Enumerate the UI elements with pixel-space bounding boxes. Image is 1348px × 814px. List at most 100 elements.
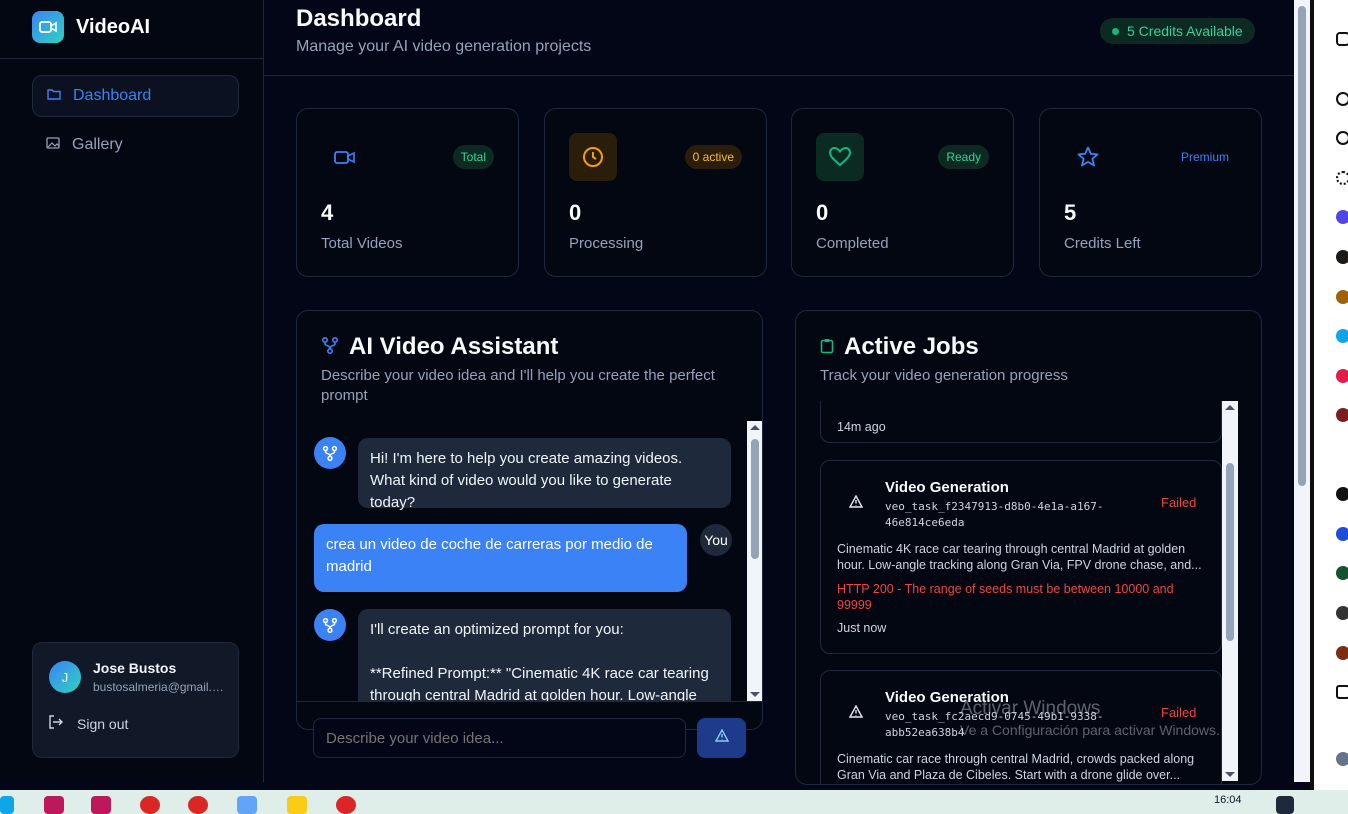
scrollbar-thumb[interactable] xyxy=(1298,6,1306,486)
stat-badge: 0 active xyxy=(684,145,742,169)
chat-message-user: crea un video de coche de carreras por m… xyxy=(314,524,687,592)
taskbar-app-icon[interactable] xyxy=(0,796,14,814)
page-subtitle: Manage your AI video generation projects xyxy=(296,38,592,55)
job-description: Cinematic 4K race car tearing through ce… xyxy=(837,542,1202,572)
job-card[interactable]: 14m ago xyxy=(820,401,1222,443)
jobs-scrollbar[interactable] xyxy=(1222,401,1238,781)
taskbar: 16:04 xyxy=(0,790,1348,814)
chat-message-bot: I'll create an optimized prompt for you:… xyxy=(358,609,731,701)
page-title: Dashboard xyxy=(296,5,422,32)
user-card: J Jose Bustos bustosalmeria@gmail.com Si… xyxy=(32,642,239,758)
sidebar-item-label: Gallery xyxy=(72,136,123,153)
credits-badge: 5 Credits Available xyxy=(1100,18,1255,44)
app-icon[interactable] xyxy=(1336,527,1348,541)
chat-input[interactable] xyxy=(313,718,686,758)
taskbar-app-icon[interactable] xyxy=(44,796,64,814)
chrome-icon[interactable] xyxy=(140,796,160,814)
app-icon[interactable] xyxy=(1336,646,1348,660)
play-icon[interactable] xyxy=(1336,131,1348,145)
circle-icon[interactable] xyxy=(1336,92,1348,106)
app-icon[interactable] xyxy=(1336,290,1348,304)
taskbar-app-icon[interactable] xyxy=(237,796,257,814)
credits-badge-label: 5 Credits Available xyxy=(1127,23,1243,39)
chrome-icon[interactable] xyxy=(188,796,208,814)
chat-message-bot: Hi! I'm here to help you create amazing … xyxy=(358,438,731,511)
stat-label: Credits Left xyxy=(1064,235,1141,252)
stat-card-completed: Ready 0 Completed xyxy=(791,108,1014,277)
brand[interactable]: VideoAI xyxy=(32,11,150,43)
warning-icon xyxy=(848,494,864,513)
job-description: Cinematic car race through central Madri… xyxy=(837,752,1195,782)
page-scrollbar[interactable] xyxy=(1294,0,1310,782)
app-icon[interactable] xyxy=(1336,487,1348,501)
app-icon[interactable] xyxy=(1336,369,1348,383)
chrome-icon[interactable] xyxy=(336,796,356,814)
divider xyxy=(297,701,762,702)
bot-avatar-icon xyxy=(314,437,346,469)
app-icon[interactable] xyxy=(1336,566,1348,580)
clipboard-icon xyxy=(820,333,834,361)
job-error: HTTP 200 - The range of seeds must be be… xyxy=(837,582,1174,612)
video-logo-icon xyxy=(32,11,64,43)
sidebar-item-gallery[interactable]: Gallery xyxy=(32,124,239,166)
panel-title: AI Video Assistant xyxy=(321,333,558,361)
chat-scrollbar[interactable] xyxy=(747,421,762,701)
stat-label: Processing xyxy=(569,235,644,252)
user-avatar: You xyxy=(700,524,732,556)
app-icon[interactable] xyxy=(1336,210,1348,224)
stat-badge: Total xyxy=(452,145,494,169)
clock-icon xyxy=(569,133,617,181)
notifications-icon[interactable] xyxy=(1276,796,1294,814)
system-tray-icons[interactable] xyxy=(1102,796,1162,814)
warning-icon xyxy=(848,704,864,723)
folder-icon xyxy=(47,87,61,105)
sign-out-button[interactable]: Sign out xyxy=(49,715,128,732)
job-time: Just now xyxy=(837,621,887,635)
video-camera-icon xyxy=(321,133,369,181)
sidebar-item-label: Dashboard xyxy=(73,87,152,104)
scroll-up-icon[interactable] xyxy=(1225,405,1235,410)
logout-icon xyxy=(49,715,63,732)
scroll-down-icon[interactable] xyxy=(750,692,760,697)
stat-badge: Ready xyxy=(938,145,989,169)
profile-icon[interactable] xyxy=(1336,752,1348,766)
send-button[interactable] xyxy=(697,718,746,758)
taskbar-app-icon[interactable] xyxy=(91,796,111,814)
branch-icon xyxy=(321,333,339,361)
stat-value: 5 xyxy=(1064,200,1077,225)
sidebar-item-dashboard[interactable]: Dashboard xyxy=(32,75,239,117)
job-title: Video Generation xyxy=(885,479,1009,496)
app-icon[interactable] xyxy=(1336,606,1348,620)
stat-label: Total Videos xyxy=(321,235,403,252)
user-email: bustosalmeria@gmail.com xyxy=(93,680,228,694)
scroll-down-icon[interactable] xyxy=(1225,772,1235,777)
status-badge: Failed xyxy=(1161,705,1197,720)
send-icon xyxy=(714,728,729,747)
stat-label: Completed xyxy=(816,235,889,252)
app-icon[interactable] xyxy=(1336,408,1348,422)
taskbar-app-icon[interactable] xyxy=(287,796,307,814)
app-icon[interactable] xyxy=(1336,329,1348,343)
divider xyxy=(0,58,263,59)
cube-icon[interactable] xyxy=(1336,685,1348,699)
scrollbar-thumb[interactable] xyxy=(1226,463,1234,641)
app-icon[interactable] xyxy=(1336,250,1348,264)
stat-badge: Premium xyxy=(1180,150,1229,164)
scroll-up-icon[interactable] xyxy=(750,425,760,430)
panel-subtitle: Describe your video idea and I'll help y… xyxy=(321,367,715,404)
image-icon xyxy=(46,136,60,154)
sign-out-label: Sign out xyxy=(77,715,129,732)
panel-title: Active Jobs xyxy=(820,333,979,361)
camera-icon[interactable] xyxy=(1336,32,1348,46)
apps-icon[interactable] xyxy=(1336,171,1348,185)
stat-card-processing: 0 active 0 Processing xyxy=(544,108,767,277)
avatar[interactable]: J xyxy=(49,661,81,693)
star-icon xyxy=(1064,133,1112,181)
taskbar-clock: 16:04 xyxy=(1214,794,1242,806)
chat-messages[interactable]: Hi! I'm here to help you create amazing … xyxy=(297,421,762,701)
job-card[interactable]: Video Generation veo_task_f2347913-d8b0-… xyxy=(820,460,1222,654)
browser-side-panel xyxy=(1310,0,1348,790)
stat-card-credits-left: Premium 5 Credits Left xyxy=(1039,108,1262,277)
scrollbar-thumb[interactable] xyxy=(751,439,759,559)
stat-value: 0 xyxy=(569,200,582,225)
